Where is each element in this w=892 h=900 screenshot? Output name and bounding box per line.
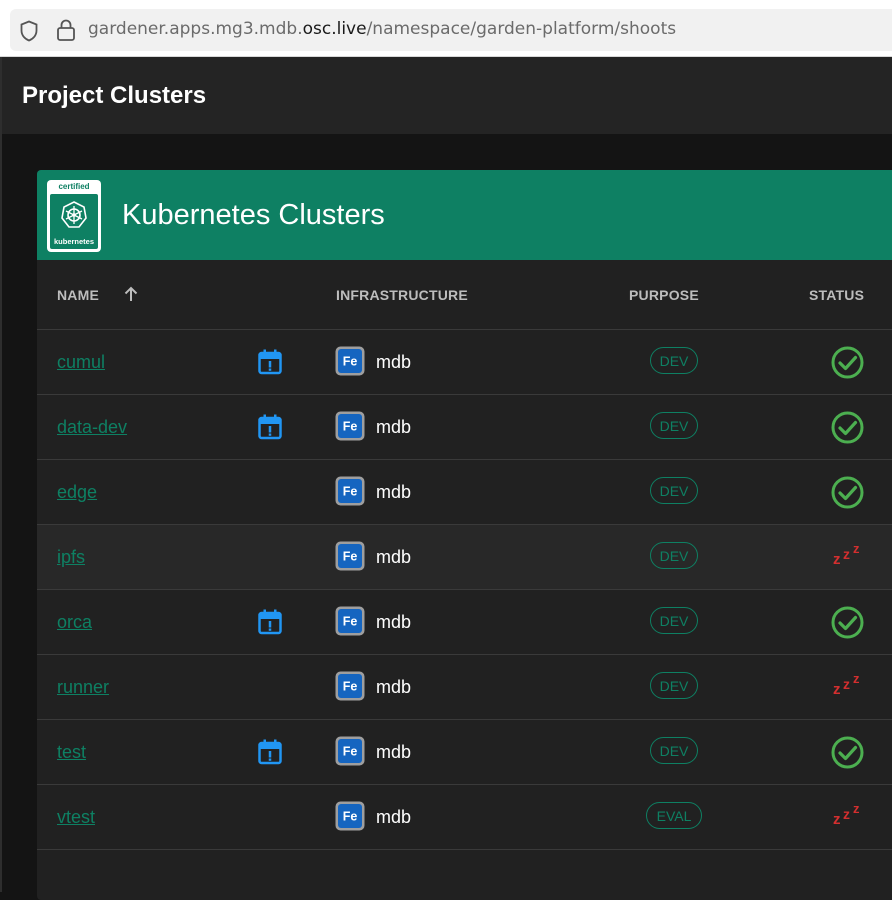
purpose-chip: DEV [650, 542, 698, 569]
cluster-name-link[interactable]: test [57, 742, 86, 763]
purpose-chip: DEV [650, 607, 698, 634]
svg-text:Fe: Fe [343, 355, 358, 369]
cluster-name-link[interactable]: vtest [57, 807, 95, 828]
infrastructure-name: mdb [376, 352, 412, 372]
app-toolbar: Project Clusters [2, 57, 892, 134]
calendar-alert-icon[interactable] [258, 739, 282, 765]
svg-text:Fe: Fe [343, 810, 358, 824]
svg-text:Fe: Fe [343, 485, 358, 499]
purpose-chip: DEV [650, 412, 698, 439]
cluster-name-link[interactable]: orca [57, 612, 92, 633]
metal-provider-icon: Fe [335, 476, 365, 511]
table-row[interactable]: runner Fe mdb DEV z z z [37, 655, 892, 720]
infrastructure-name: mdb [376, 547, 412, 567]
page-edge [0, 57, 2, 892]
column-header-name-label: NAME [57, 287, 100, 303]
metal-provider-icon: Fe [335, 606, 365, 641]
check-circle-icon[interactable] [831, 736, 864, 769]
url-text[interactable]: gardener.apps.mg3.mdb.osc.live/namespace… [88, 19, 676, 39]
logo-kubernetes-text: kubernetes [53, 237, 95, 246]
infrastructure-name: mdb [376, 742, 412, 762]
purpose-chip: DEV [650, 737, 698, 764]
lock-icon[interactable] [56, 19, 76, 41]
card-title: Kubernetes Clusters [122, 199, 385, 231]
card-header: certified kubernetes Kubernetes Clusters [37, 170, 892, 260]
logo-certified-text: certified [58, 182, 90, 191]
check-circle-icon[interactable] [831, 346, 864, 379]
table-row[interactable]: cumul Fe mdb DEV [37, 330, 892, 395]
sleep-zzz-icon[interactable]: zzz [833, 802, 867, 829]
column-header-name[interactable]: NAME [57, 286, 138, 303]
check-circle-icon[interactable] [831, 606, 864, 639]
svg-text:Fe: Fe [343, 745, 358, 759]
svg-text:Fe: Fe [343, 615, 358, 629]
kubernetes-wheel-icon [61, 201, 87, 228]
table-header: NAME INFRASTRUCTURE PURPOSE STATUS [37, 260, 892, 330]
svg-text:Fe: Fe [343, 680, 358, 694]
infrastructure-name: mdb [376, 417, 412, 437]
page-title: Project Clusters [22, 82, 207, 109]
infrastructure-name: mdb [376, 612, 412, 632]
url-host: osc.live [302, 19, 367, 39]
purpose-chip: EVAL [646, 802, 702, 829]
purpose-chip: DEV [650, 347, 698, 374]
purpose-chip: DEV [650, 477, 698, 504]
metal-provider-icon: Fe [335, 671, 365, 706]
cluster-name-link[interactable]: runner [57, 677, 109, 698]
table-row[interactable]: data-dev Fe mdb DEV [37, 395, 892, 460]
browser-address-bar: gardener.apps.mg3.mdb.osc.live/namespace… [0, 0, 892, 57]
table-row[interactable]: orca Fe mdb DEV [37, 590, 892, 655]
kubernetes-certified-logo: certified kubernetes [47, 180, 101, 252]
infrastructure-name: mdb [376, 677, 412, 697]
table-row[interactable]: vtest Fe mdb EVAL z z z [37, 785, 892, 850]
table-row[interactable]: test Fe mdb DEV [37, 720, 892, 785]
cluster-name-link[interactable]: edge [57, 482, 97, 503]
metal-provider-icon: Fe [335, 736, 365, 771]
metal-provider-icon: Fe [335, 801, 365, 836]
url-path: /namespace/garden-platform/shoots [366, 19, 677, 39]
column-header-purpose[interactable]: PURPOSE [629, 287, 699, 303]
check-circle-icon[interactable] [831, 476, 864, 509]
clusters-card: certified kubernetes Kubernetes Clusters… [37, 170, 892, 900]
metal-provider-icon: Fe [335, 346, 365, 381]
infrastructure-name: mdb [376, 807, 412, 827]
calendar-alert-icon[interactable] [258, 349, 282, 375]
calendar-alert-icon[interactable] [258, 414, 282, 440]
infrastructure-name: mdb [376, 482, 412, 502]
svg-text:Fe: Fe [343, 420, 358, 434]
logo-inner: kubernetes [50, 194, 98, 249]
metal-provider-icon: Fe [335, 411, 365, 446]
table-row[interactable]: ipfs Fe mdb DEV z z z [37, 525, 892, 590]
metal-provider-icon: Fe [335, 541, 365, 576]
svg-text:Fe: Fe [343, 550, 358, 564]
calendar-alert-icon[interactable] [258, 609, 282, 635]
cluster-name-link[interactable]: data-dev [57, 417, 127, 438]
purpose-chip: DEV [650, 672, 698, 699]
shield-icon[interactable] [20, 20, 38, 42]
table-row[interactable]: edge Fe mdb DEV [37, 460, 892, 525]
url-prefix: gardener.apps.mg3.mdb. [88, 19, 303, 39]
sleep-zzz-icon[interactable]: zzz [833, 542, 867, 569]
arrow-up-icon[interactable] [124, 286, 138, 302]
check-circle-icon[interactable] [831, 411, 864, 444]
column-header-status[interactable]: STATUS [809, 287, 864, 303]
sleep-zzz-icon[interactable]: zzz [833, 672, 867, 699]
cluster-name-link[interactable]: cumul [57, 352, 105, 373]
column-header-infrastructure[interactable]: INFRASTRUCTURE [336, 287, 468, 303]
cluster-name-link[interactable]: ipfs [57, 547, 85, 568]
